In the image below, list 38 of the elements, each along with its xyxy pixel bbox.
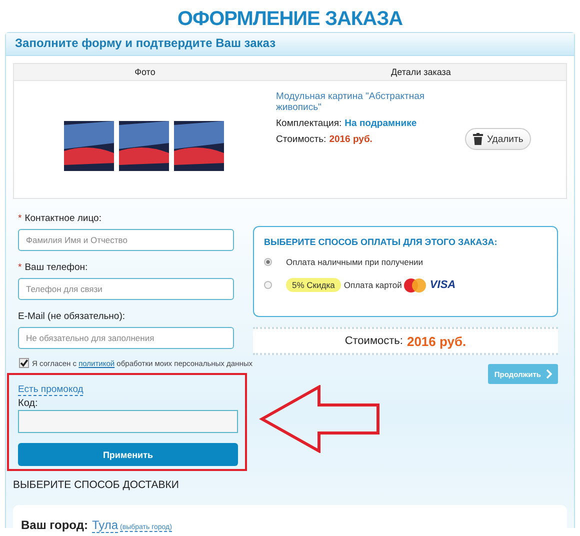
card-circles-icon <box>402 278 427 292</box>
code-field[interactable] <box>18 410 238 433</box>
field-label: E-Mail (не обязательно): <box>18 311 126 322</box>
payment-option-label: Оплата картой <box>344 280 402 290</box>
trash-icon <box>473 133 483 145</box>
code-label: Код: <box>18 398 39 409</box>
column-header: Детали заказа <box>390 66 452 79</box>
option-value: На подрамнике <box>344 118 417 129</box>
radio-button[interactable] <box>264 281 272 289</box>
chevron-right-icon <box>546 369 552 379</box>
page-title: ОФОРМЛЕНИЕ ЗАКАЗА <box>176 7 404 30</box>
price-value: 2016 руб. <box>329 134 372 145</box>
field-label: Контактное лицо: <box>24 213 102 224</box>
visa-logo: VISA <box>430 279 456 291</box>
column-header: Фото <box>134 66 156 79</box>
price-label: Стоимость: <box>276 134 326 145</box>
input-field[interactable]: Телефон для связи <box>18 278 234 300</box>
panel-title: Заполните форму и подтвердите Ваш заказ <box>6 33 574 56</box>
field-label: Ваш телефон: <box>24 262 88 273</box>
discount-badge: 5% Скидка <box>286 278 341 292</box>
promo-link[interactable]: Есть промокод <box>18 384 84 396</box>
city-link[interactable]: Тула <box>92 518 118 533</box>
delete-button[interactable]: Удалить <box>465 128 532 150</box>
radio-button[interactable] <box>264 258 272 266</box>
city-label: Ваш город: <box>21 518 88 532</box>
delivery-title: ВЫБЕРИТЕ СПОСОБ ДОСТАВКИ <box>13 479 180 493</box>
input-field[interactable]: Не обязательно для заполнения <box>18 327 234 349</box>
required-mark: * <box>18 213 22 224</box>
input-field[interactable]: Фамилия Имя и Отчество <box>18 229 234 251</box>
product-link[interactable]: Модульная картина "Абстрактная живопись" <box>276 91 461 113</box>
total-value: 2016 руб. <box>406 334 466 348</box>
payment-title: ВЫБЕРИТЕ СПОСОБ ОПЛАТЫ ДЛЯ ЭТОГО ЗАКАЗА: <box>264 237 498 247</box>
apply-button[interactable]: Применить <box>18 443 238 466</box>
total-label: Стоимость: <box>344 335 403 347</box>
checkbox[interactable] <box>19 358 29 368</box>
payment-option-label: Оплата наличными при получении <box>286 257 424 267</box>
option-label: Комплектация: <box>276 118 342 129</box>
required-mark: * <box>18 262 22 273</box>
